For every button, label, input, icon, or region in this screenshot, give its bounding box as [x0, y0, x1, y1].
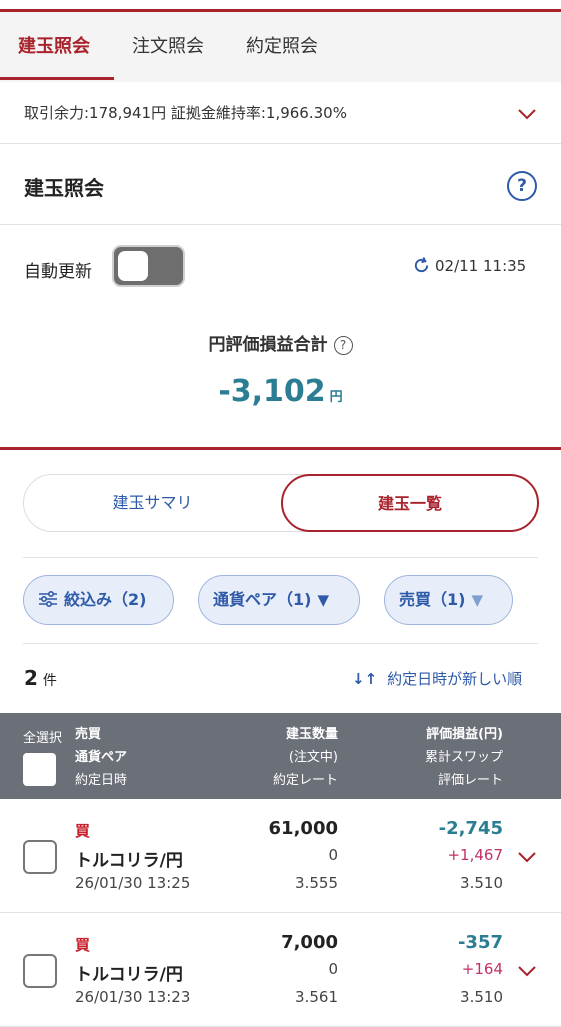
- header-side: 売買: [75, 727, 102, 742]
- header-pair: 通貨ペア: [75, 750, 128, 765]
- sort-label: 約定日時が新しい順: [387, 670, 523, 688]
- table-row[interactable]: 買 トルコリラ/円 26/01/30 13:23 7,000 0 3.561 -…: [0, 914, 561, 1027]
- triangle-down-icon: ▼: [471, 591, 483, 609]
- table-header: 全選択 売買 通貨ペア 約定日時 建玉数量 (注文中) 約定レート 評価損益(円…: [0, 713, 561, 799]
- select-all-label: 全選択: [23, 731, 63, 746]
- count-unit: 件: [42, 673, 57, 689]
- count-value: 2: [24, 666, 38, 690]
- tab-executions[interactable]: 約定照会: [246, 12, 318, 82]
- pl-total-value: -3,102: [218, 374, 326, 409]
- row-checkbox[interactable]: [23, 954, 57, 988]
- view-segmented-control: 建玉サマリ 建玉一覧: [23, 474, 539, 532]
- scroll-fade: [515, 573, 561, 627]
- tab-positions[interactable]: 建玉照会: [18, 12, 90, 82]
- auto-update-toggle[interactable]: [112, 245, 185, 287]
- select-all-checkbox[interactable]: [23, 753, 56, 786]
- filter-chip-side[interactable]: 売買（1) ▼: [384, 575, 513, 625]
- divider: [23, 557, 538, 558]
- divider: [23, 643, 538, 644]
- row-side: 買: [75, 822, 91, 840]
- header-swap: 累計スワップ: [424, 750, 503, 765]
- row-checkbox[interactable]: [23, 840, 57, 874]
- row-date: 26/01/30 13:25: [75, 874, 191, 892]
- tab-orders[interactable]: 注文照会: [132, 12, 204, 82]
- updated-time: 02/11 11:35: [435, 257, 527, 275]
- header-qty: 建玉数量: [285, 727, 338, 742]
- pl-total-value-row: -3,102 円: [0, 374, 561, 409]
- help-icon-small[interactable]: ?: [333, 336, 353, 355]
- margin-info-row[interactable]: 取引余力:178,941円 証拠金維持率:1,966.30%: [0, 82, 561, 144]
- section-divider: [0, 447, 561, 450]
- row-pair: トルコリラ/円: [75, 851, 183, 871]
- filter-sliders-icon: [39, 590, 57, 608]
- filter-chip-label: 通貨ペア（1): [213, 590, 312, 609]
- header-pl: 評価損益(円): [426, 727, 503, 742]
- filter-chip-label: 売買（1): [399, 590, 466, 609]
- chevron-down-icon[interactable]: [517, 965, 537, 977]
- auto-update-label: 自動更新: [24, 262, 92, 282]
- header-rate: 約定レート: [272, 773, 338, 788]
- row-rate: 3.555: [295, 874, 338, 892]
- row-swap: +1,467: [447, 846, 503, 864]
- pl-total-label-row: 円評価損益合計?: [0, 330, 561, 355]
- pl-total-label: 円評価損益合計: [208, 335, 328, 355]
- row-eval-rate: 3.510: [460, 988, 503, 1006]
- row-eval-rate: 3.510: [460, 874, 503, 892]
- section-header: 建玉照会 ?: [0, 145, 561, 225]
- tab-bar: 建玉照会 注文照会 約定照会: [0, 12, 561, 82]
- header-ordering: (注文中): [288, 750, 338, 765]
- row-pl: -2,745: [438, 818, 503, 839]
- page-title: 建玉照会: [24, 176, 104, 200]
- chevron-down-icon[interactable]: [517, 108, 537, 120]
- refresh-icon: [414, 257, 429, 273]
- result-count: 2件: [24, 666, 57, 690]
- header-date: 約定日時: [75, 773, 128, 788]
- toggle-knob: [118, 251, 148, 281]
- filter-chip-label: 絞込み（2): [64, 590, 147, 609]
- row-ordering: 0: [328, 960, 338, 978]
- sort-arrows-icon: ↓↑: [352, 670, 378, 688]
- row-ordering: 0: [328, 846, 338, 864]
- row-pl: -357: [457, 932, 503, 953]
- triangle-down-icon: ▼: [317, 591, 329, 609]
- header-eval-rate: 評価レート: [437, 773, 503, 788]
- row-side: 買: [75, 936, 91, 954]
- chevron-down-icon[interactable]: [517, 851, 537, 863]
- margin-info-text: 取引余力:178,941円 証拠金維持率:1,966.30%: [24, 104, 347, 122]
- refresh-button[interactable]: 02/11 11:35: [412, 256, 526, 275]
- pl-total-unit: 円: [329, 390, 343, 405]
- filter-chip-pair[interactable]: 通貨ペア（1) ▼: [198, 575, 360, 625]
- row-qty: 61,000: [268, 818, 338, 839]
- row-rate: 3.561: [295, 988, 338, 1006]
- active-tab-indicator: [0, 77, 114, 80]
- table-row[interactable]: 買 トルコリラ/円 26/01/30 13:25 61,000 0 3.555 …: [0, 800, 561, 913]
- row-swap: +164: [461, 960, 503, 978]
- help-icon[interactable]: ?: [507, 171, 537, 201]
- sort-button[interactable]: ↓↑ 約定日時が新しい順: [352, 668, 522, 689]
- row-qty: 7,000: [281, 932, 338, 953]
- filter-chip-narrow[interactable]: 絞込み（2): [23, 575, 174, 625]
- row-date: 26/01/30 13:23: [75, 988, 191, 1006]
- segment-list[interactable]: 建玉一覧: [281, 474, 539, 532]
- segment-summary[interactable]: 建玉サマリ: [24, 475, 281, 531]
- row-pair: トルコリラ/円: [75, 965, 183, 985]
